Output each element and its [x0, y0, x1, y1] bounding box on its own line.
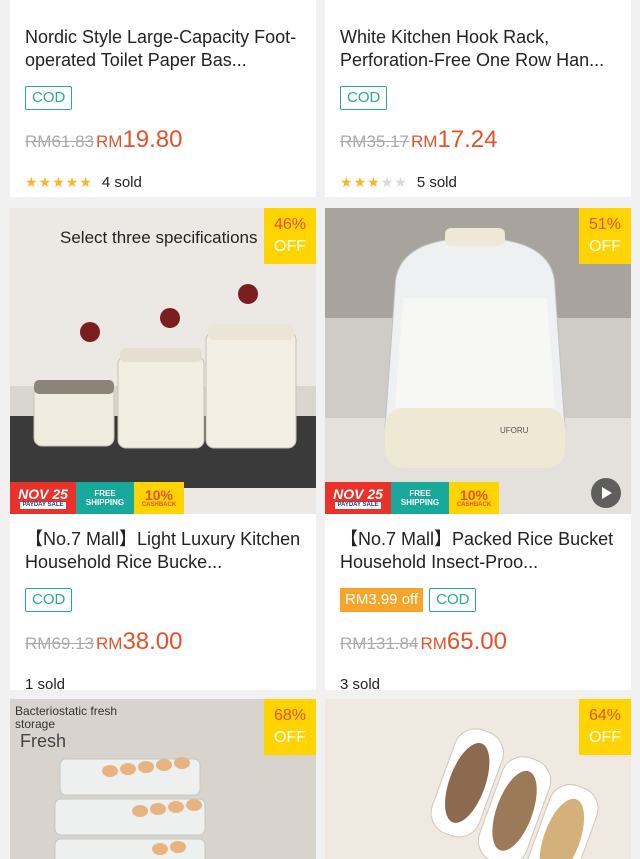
sold-count: 4 sold [101, 173, 142, 191]
free-shipping-badge: FREE SHIPPING [391, 482, 449, 514]
sale-price: 38.00 [122, 628, 183, 655]
sale-price: 17.24 [437, 126, 498, 153]
product-title[interactable]: 【No.7 Mall】Light Luxury Kitchen Househol… [25, 528, 304, 574]
currency: RM [410, 132, 438, 151]
cod-badge: COD [429, 588, 477, 612]
sale-price: 65.00 [446, 628, 507, 655]
product-card[interactable]: UFORU 51% OFF NOV 25 PAYDAY SALE FREE SH… [325, 208, 631, 690]
price-row: RM61.83 RM 19.80 [25, 126, 183, 156]
image-caption: Select three specifications [60, 228, 258, 247]
star-icon: ★ [52, 174, 65, 190]
discount-percent: 51% [588, 216, 622, 233]
sale-price: 19.80 [122, 126, 183, 153]
discount-percent: 46% [273, 216, 307, 233]
promo-strip: NOV 25 PAYDAY SALE FREE SHIPPING 10% CAS… [325, 482, 499, 514]
cod-badge: COD [340, 86, 388, 110]
product-tags: COD [25, 588, 73, 612]
star-icon: ★ [353, 174, 367, 190]
cod-badge: COD [25, 588, 73, 612]
product-card[interactable]: 64% OFF [325, 699, 631, 859]
play-icon [602, 487, 612, 499]
star-icon: ★ [79, 174, 92, 190]
product-title[interactable]: 【No.7 Mall】Packed Rice Bucket Household … [340, 528, 619, 574]
free-shipping-badge: FREE SHIPPING [76, 482, 134, 514]
star-rating: ★ ★ ★ ★ ★ [340, 175, 407, 189]
product-tags: COD [25, 86, 73, 110]
product-info: 【No.7 Mall】Light Luxury Kitchen Househol… [10, 514, 316, 690]
product-title[interactable]: White Kitchen Hook Rack, Perforation-Fre… [340, 26, 619, 72]
product-image[interactable]: Select three specifications 46% OFF NOV … [10, 208, 316, 514]
image-caption-2: Fresh [20, 731, 67, 751]
cashback-badge: 10% CASHBACK [134, 482, 184, 514]
product-card[interactable]: White Kitchen Hook Rack, Perforation-Fre… [325, 0, 631, 197]
original-price: RM69.13 [25, 634, 94, 653]
currency: RM [420, 634, 447, 653]
currency: RM [95, 634, 123, 653]
rating-row: ★ ★ ★ ★ ★ 4 sold [25, 172, 142, 192]
promo-strip: NOV 25 PAYDAY SALE FREE SHIPPING 10% CAS… [10, 482, 184, 514]
price-row: RM69.13 RM 38.00 [25, 628, 183, 658]
discount-percent: 64% [588, 707, 622, 724]
product-image[interactable]: UFORU 51% OFF NOV 25 PAYDAY SALE FREE SH… [325, 208, 631, 514]
price-row: RM35.17 RM 17.24 [340, 126, 498, 156]
original-price: RM35.17 [340, 132, 409, 151]
star-rating: ★ ★ ★ ★ ★ [25, 175, 92, 189]
payday-sale-badge: NOV 25 PAYDAY SALE [10, 482, 76, 514]
original-price: RM61.83 [25, 132, 94, 151]
play-video-button[interactable] [591, 478, 621, 508]
star-icon: ★ [25, 174, 38, 190]
price-row: RM131.84 RM 65.00 [340, 628, 507, 658]
product-tags: COD [340, 86, 388, 110]
discount-badge: 51% OFF [579, 208, 631, 264]
product-image[interactable]: 64% OFF [325, 699, 631, 859]
discount-off: OFF [274, 729, 306, 746]
product-card[interactable]: Nordic Style Large-Capacity Foot-operate… [10, 0, 316, 197]
discount-off: OFF [589, 729, 621, 746]
image-caption-1: Bacteriostatic fresh storage [15, 704, 118, 731]
original-price: RM131.84 [340, 634, 419, 653]
voucher-badge: RM3.99 off [340, 588, 424, 612]
rating-row: ★ ★ ★ ★ ★ 5 sold [340, 172, 457, 192]
star-icon: ★ [394, 174, 407, 190]
star-icon: ★ [340, 174, 353, 190]
discount-badge: 46% OFF [264, 208, 316, 264]
rating-row: 3 sold [340, 674, 381, 691]
cashback-badge: 10% CASHBACK [449, 482, 499, 514]
payday-sale-badge: NOV 25 PAYDAY SALE [325, 482, 391, 514]
currency: RM [95, 132, 123, 151]
discount-off: OFF [274, 238, 306, 255]
discount-badge: 68% OFF [264, 699, 316, 755]
product-card[interactable]: Bacteriostatic fresh storage Fresh 68% O… [10, 699, 316, 859]
product-card[interactable]: Select three specifications 46% OFF NOV … [10, 208, 316, 690]
star-icon: ★ [38, 174, 52, 190]
product-image[interactable]: Bacteriostatic fresh storage Fresh 68% O… [10, 699, 316, 859]
product-tags: RM3.99 off COD [340, 588, 477, 612]
sold-count: 5 sold [416, 173, 457, 191]
sold-count: 1 sold [25, 675, 66, 691]
product-grid: Nordic Style Large-Capacity Foot-operate… [0, 0, 640, 859]
brand-label: UFORU [500, 426, 529, 435]
cod-badge: COD [25, 86, 73, 110]
star-icon: ★ [65, 174, 79, 190]
discount-off: OFF [589, 238, 621, 255]
star-icon: ★ [367, 174, 380, 190]
sold-count: 3 sold [340, 675, 381, 691]
product-title[interactable]: Nordic Style Large-Capacity Foot-operate… [25, 26, 304, 72]
rating-row: 1 sold [25, 674, 66, 691]
discount-badge: 64% OFF [579, 699, 631, 755]
discount-percent: 68% [273, 707, 307, 724]
star-icon: ★ [380, 174, 394, 190]
product-info: 【No.7 Mall】Packed Rice Bucket Household … [325, 514, 631, 690]
